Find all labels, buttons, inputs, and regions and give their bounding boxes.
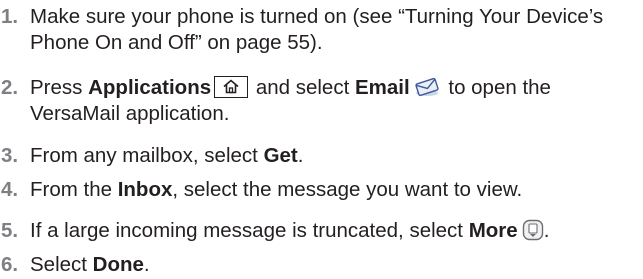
step-text: From any mailbox, select Get. <box>30 143 640 169</box>
step-text-segment: Select <box>30 253 93 276</box>
step-text-line: Phone On and Off” on page 55). <box>30 31 323 54</box>
get-label: Get <box>263 144 298 167</box>
step-number: 6. <box>1 253 19 276</box>
step-text: From the Inbox, select the message you w… <box>30 177 640 203</box>
email-label: Email <box>354 76 410 99</box>
more-label: More <box>468 219 518 242</box>
home-key-icon <box>214 76 249 98</box>
step-text-segment: . <box>143 253 150 276</box>
step-text-segment: From the <box>30 178 118 201</box>
step-number: 1. <box>1 5 19 28</box>
step-text-segment: From any mailbox, select <box>30 144 264 167</box>
done-label: Done <box>92 253 144 276</box>
inbox-label: Inbox <box>117 178 173 201</box>
more-scroll-icon <box>522 219 544 241</box>
step-text-segment: , select the message you want to view. <box>172 178 523 201</box>
step-text-segment: Press <box>30 76 89 99</box>
step-text: Make sure your phone is turned on (see “… <box>30 4 640 56</box>
step-text-segment: If a large incoming message is truncated… <box>30 219 469 242</box>
step-text-segment: to open the <box>442 76 551 99</box>
step-text-line: VersaMail application. <box>30 102 230 125</box>
email-envelope-icon <box>414 77 440 97</box>
step-number: 2. <box>1 76 19 99</box>
step-text: If a large incoming message is truncated… <box>30 218 640 244</box>
step-text-segment: and select <box>250 76 355 99</box>
step-text: Press Applications and select Email to o… <box>30 75 640 127</box>
step-number: 3. <box>1 144 19 167</box>
step-text-segment: . <box>543 219 550 242</box>
applications-label: Applications <box>88 76 212 99</box>
step-text-line: Make sure your phone is turned on (see “… <box>30 5 604 28</box>
step-text: Select Done. <box>30 252 640 278</box>
step-number: 5. <box>1 219 19 242</box>
step-number: 4. <box>1 178 19 201</box>
step-text-segment: . <box>297 144 304 167</box>
